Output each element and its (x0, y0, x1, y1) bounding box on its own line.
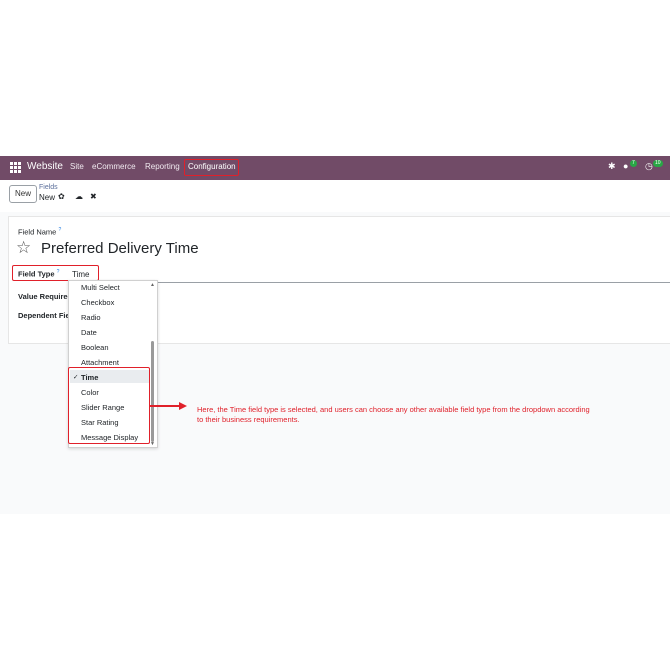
dependent-field-label: Dependent Field (18, 311, 68, 320)
option-checkbox[interactable]: Checkbox (81, 298, 114, 307)
gear-icon[interactable]: ✿ (58, 192, 65, 201)
annotation-arrow (150, 405, 180, 407)
dropdown-scrollbar[interactable] (151, 341, 154, 442)
chat-count-badge: 7 (630, 160, 637, 167)
option-boolean[interactable]: Boolean (81, 343, 109, 352)
scroll-up-icon[interactable]: ▲ (150, 282, 155, 288)
menu-reporting[interactable]: Reporting (145, 162, 180, 171)
discard-icon[interactable]: ✖ (90, 192, 97, 201)
menu-ecommerce[interactable]: eCommerce (92, 162, 136, 171)
activity-count-badge: 10 (653, 160, 663, 167)
field-name-value[interactable]: Preferred Delivery Time (41, 240, 199, 257)
bug-icon[interactable]: ✱ (608, 161, 616, 172)
chat-icon[interactable]: ● (623, 161, 628, 171)
option-attachment[interactable]: Attachment (81, 358, 119, 367)
value-required-label: Value Required (18, 292, 68, 301)
apps-grid-icon[interactable] (10, 162, 21, 173)
field-type-highlight (12, 265, 99, 281)
option-date[interactable]: Date (81, 328, 97, 337)
option-multi-select[interactable]: Multi Select (81, 283, 120, 292)
top-navbar: Website Site eCommerce Reporting Configu… (0, 156, 670, 180)
option-radio[interactable]: Radio (81, 313, 101, 322)
menu-site[interactable]: Site (70, 162, 84, 171)
options-highlight (68, 367, 150, 444)
field-type-underline (70, 282, 670, 283)
activity-clock-icon[interactable]: ◷ (645, 161, 653, 172)
star-icon[interactable]: ☆ (16, 238, 31, 258)
app-name[interactable]: Website (27, 161, 63, 172)
field-name-label: Field Name ? (18, 227, 62, 237)
new-button[interactable]: New (9, 185, 37, 203)
scroll-down-icon[interactable]: ▼ (150, 441, 155, 447)
annotation-note: Here, the Time field type is selected, a… (197, 405, 590, 424)
save-cloud-icon[interactable]: ☁ (75, 192, 83, 201)
breadcrumb-current: New (39, 193, 56, 202)
control-panel (0, 180, 670, 213)
configuration-highlight (184, 159, 239, 176)
breadcrumb-parent[interactable]: Fields (39, 184, 58, 191)
annotation-arrow-head (179, 402, 187, 410)
